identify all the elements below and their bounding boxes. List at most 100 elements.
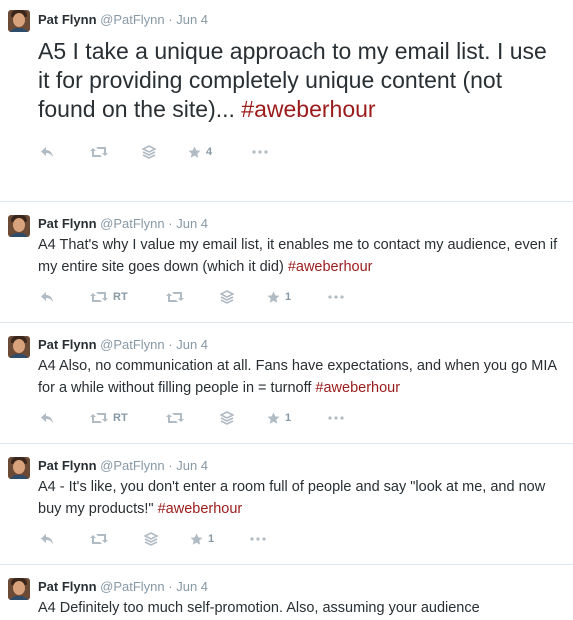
retweet-button[interactable] <box>90 531 108 547</box>
tweet-text: A4 - It's like, you don't enter a room f… <box>38 476 563 520</box>
stack-icon <box>220 411 234 425</box>
tweet-header: Pat Flynn @PatFlynn · Jun 4 <box>38 336 563 353</box>
tweet-header: Pat Flynn @PatFlynn · Jun 4 <box>38 578 563 595</box>
more-icon <box>328 416 344 420</box>
more-button[interactable] <box>328 289 344 305</box>
reply-icon <box>41 534 53 544</box>
tweet-feed: Pat Flynn @PatFlynn · Jun 4 A5 I take a … <box>0 0 573 620</box>
more-button[interactable] <box>252 144 268 160</box>
tweet-date[interactable]: Jun 4 <box>176 458 208 473</box>
star-icon <box>188 146 201 158</box>
author-name[interactable]: Pat Flynn <box>38 216 97 231</box>
more-button[interactable] <box>250 531 266 547</box>
stack-icon <box>144 532 158 546</box>
tweet[interactable]: Pat Flynn @PatFlynn · Jun 4 A4 Also, no … <box>0 323 573 444</box>
more-icon <box>252 150 268 154</box>
avatar[interactable] <box>8 10 30 32</box>
stack-button[interactable] <box>144 531 158 547</box>
tweet-body: A4 Also, no communication at all. Fans h… <box>38 358 557 396</box>
favorite-count: 1 <box>285 291 292 303</box>
tweet-body: A4 - It's like, you don't enter a room f… <box>38 479 546 517</box>
retweet-icon <box>166 292 184 302</box>
tweet-actions: 1 <box>38 531 563 547</box>
retweet-icon <box>90 292 108 302</box>
favorite-button[interactable]: 1 <box>267 289 291 305</box>
retweet-button[interactable] <box>90 144 108 160</box>
rt-label: RT <box>113 412 128 424</box>
reply-button[interactable] <box>40 531 54 547</box>
stack-icon <box>220 290 234 304</box>
hashtag-link[interactable]: #aweberhour <box>158 501 243 517</box>
hashtag-link[interactable]: #aweberhour <box>241 96 375 122</box>
hashtag-link[interactable]: #aweberhour <box>315 380 400 396</box>
retweet-rt-button[interactable]: RT <box>90 289 128 305</box>
separator: · <box>168 337 173 352</box>
author-handle[interactable]: @PatFlynn <box>100 12 165 27</box>
tweet-actions: 4 <box>38 144 563 160</box>
author-handle[interactable]: @PatFlynn <box>100 216 165 231</box>
author-name[interactable]: Pat Flynn <box>38 12 97 27</box>
retweet-icon <box>166 413 184 423</box>
retweet-icon <box>90 534 108 544</box>
stack-button[interactable] <box>220 289 234 305</box>
favorite-count: 1 <box>208 533 215 545</box>
reply-button[interactable] <box>40 289 54 305</box>
star-icon <box>190 533 203 545</box>
author-handle[interactable]: @PatFlynn <box>100 458 165 473</box>
tweet[interactable]: Pat Flynn @PatFlynn · Jun 4 A4 Definitel… <box>0 565 573 620</box>
tweet-body: A4 Definitely too much self-promotion. A… <box>38 600 480 616</box>
retweet-icon <box>90 413 108 423</box>
reply-button[interactable] <box>40 144 54 160</box>
reply-icon <box>41 147 53 157</box>
tweet-date[interactable]: Jun 4 <box>176 12 208 27</box>
reply-icon <box>41 292 53 302</box>
avatar[interactable] <box>8 578 30 600</box>
separator: · <box>168 12 173 27</box>
tweet-date[interactable]: Jun 4 <box>176 579 208 594</box>
tweet-text: A5 I take a unique approach to my email … <box>38 37 563 124</box>
stack-button[interactable] <box>142 144 156 160</box>
separator: · <box>168 458 173 473</box>
avatar[interactable] <box>8 457 30 479</box>
author-name[interactable]: Pat Flynn <box>38 458 97 473</box>
more-button[interactable] <box>328 410 344 426</box>
avatar[interactable] <box>8 336 30 358</box>
favorite-button[interactable]: 1 <box>267 410 291 426</box>
star-icon <box>267 412 280 424</box>
reply-button[interactable] <box>40 410 54 426</box>
retweet-button[interactable] <box>166 289 184 305</box>
author-handle[interactable]: @PatFlynn <box>100 337 165 352</box>
tweet-actions: RT 1 <box>38 289 563 305</box>
tweet-date[interactable]: Jun 4 <box>176 337 208 352</box>
tweet-text: A4 Also, no communication at all. Fans h… <box>38 355 563 399</box>
hashtag-link[interactable]: #aweberhour <box>288 259 373 275</box>
favorite-button[interactable]: 1 <box>190 531 214 547</box>
author-name[interactable]: Pat Flynn <box>38 579 97 594</box>
stack-button[interactable] <box>220 410 234 426</box>
tweet-date[interactable]: Jun 4 <box>176 216 208 231</box>
tweet-header: Pat Flynn @PatFlynn · Jun 4 <box>38 457 563 474</box>
favorite-button[interactable]: 4 <box>188 144 212 160</box>
retweet-icon <box>90 147 108 157</box>
star-icon <box>267 291 280 303</box>
author-handle[interactable]: @PatFlynn <box>100 579 165 594</box>
tweet[interactable]: Pat Flynn @PatFlynn · Jun 4 A4 That's wh… <box>0 202 573 323</box>
retweet-rt-button[interactable]: RT <box>90 410 128 426</box>
tweet-text: A4 That's why I value my email list, it … <box>38 234 563 278</box>
reply-icon <box>41 413 53 423</box>
retweet-button[interactable] <box>166 410 184 426</box>
separator: · <box>168 216 173 231</box>
favorite-count: 4 <box>206 146 213 158</box>
separator: · <box>168 579 173 594</box>
more-icon <box>328 295 344 299</box>
rt-label: RT <box>113 291 128 303</box>
tweet[interactable]: Pat Flynn @PatFlynn · Jun 4 A5 I take a … <box>0 0 573 202</box>
tweet-text: A4 Definitely too much self-promotion. A… <box>38 597 563 619</box>
more-icon <box>250 537 266 541</box>
tweet-actions: RT 1 <box>38 410 563 426</box>
tweet-header: Pat Flynn @PatFlynn · Jun 4 <box>38 11 563 28</box>
author-name[interactable]: Pat Flynn <box>38 337 97 352</box>
stack-icon <box>142 145 156 159</box>
tweet[interactable]: Pat Flynn @PatFlynn · Jun 4 A4 - It's li… <box>0 444 573 565</box>
avatar[interactable] <box>8 215 30 237</box>
